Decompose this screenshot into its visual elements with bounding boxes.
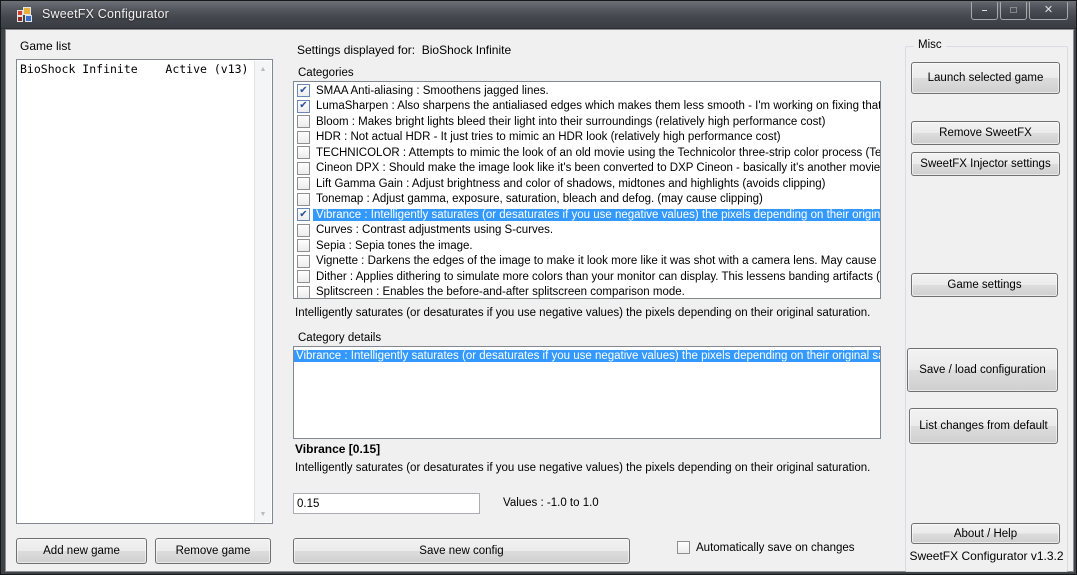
game-list-label: Game list (20, 39, 71, 53)
game-listbox[interactable]: BioShock Infinite Active (v13) ▲ ▼ (16, 59, 273, 524)
settings-displayed-for: Settings displayed for: BioShock Infinit… (297, 43, 511, 57)
checkbox-unchecked-icon[interactable] (297, 162, 310, 175)
app-icon (17, 7, 33, 22)
category-label: Bloom : Makes bright lights bleed their … (313, 116, 880, 128)
category-row[interactable]: Tonemap : Adjust gamma, exposure, satura… (294, 192, 880, 208)
checkbox-unchecked-icon[interactable] (297, 224, 310, 237)
checkbox-unchecked-icon[interactable] (297, 255, 310, 268)
checkbox-unchecked-icon[interactable] (297, 193, 310, 206)
add-new-game-button[interactable]: Add new game (16, 538, 147, 564)
close-icon: ✕ (1044, 5, 1053, 16)
settings-displayed-for-value: BioShock Infinite (422, 43, 511, 57)
game-settings-button[interactable]: Game settings (911, 273, 1058, 297)
category-label: Lift Gamma Gain : Adjust brightness and … (313, 178, 880, 190)
category-label: Tonemap : Adjust gamma, exposure, satura… (313, 193, 880, 205)
app-window: SweetFX Configurator – □ ✕ Game list Bio… (0, 0, 1077, 575)
category-row[interactable]: Dither : Applies dithering to simulate m… (294, 269, 880, 285)
category-row[interactable]: Lift Gamma Gain : Adjust brightness and … (294, 176, 880, 192)
category-row[interactable]: Curves : Contrast adjustments using S-cu… (294, 223, 880, 239)
checkbox-unchecked-icon[interactable] (297, 177, 310, 190)
category-label: LumaSharpen : Also sharpens the antialia… (313, 100, 880, 112)
category-row[interactable]: Bloom : Makes bright lights bleed their … (294, 114, 880, 130)
checkbox-unchecked-icon[interactable] (297, 286, 310, 299)
category-details-listbox[interactable]: Vibrance : Intelligently saturates (or d… (293, 346, 881, 439)
category-label: Dither : Applies dithering to simulate m… (313, 271, 880, 283)
checkbox-unchecked-icon[interactable] (297, 239, 310, 252)
setting-value-input[interactable] (293, 493, 480, 514)
game-list-item[interactable]: BioShock Infinite Active (v13) (17, 60, 272, 76)
checkbox-checked-icon[interactable]: ✔ (297, 100, 310, 113)
category-label: TECHNICOLOR : Attempts to mimic the look… (313, 147, 880, 159)
app-icon-yellow-square (23, 7, 31, 15)
checkbox-unchecked-icon[interactable] (297, 146, 310, 159)
category-label: Sepia : Sepia tones the image. (313, 240, 880, 252)
checkbox-unchecked-icon[interactable] (297, 115, 310, 128)
category-row[interactable]: ✔SMAA Anti-aliasing : Smoothens jagged l… (294, 83, 880, 99)
launch-selected-game-button[interactable]: Launch selected game (911, 62, 1060, 94)
category-detail-row[interactable]: Vibrance : Intelligently saturates (or d… (294, 348, 880, 364)
categories-label: Categories (298, 67, 354, 79)
minimize-button[interactable]: – (971, 2, 998, 20)
scroll-up-icon[interactable]: ▲ (255, 61, 271, 77)
game-list-scrollbar[interactable]: ▲ ▼ (254, 61, 271, 522)
category-details-label: Category details (298, 332, 381, 344)
sweetfx-injector-settings-button[interactable]: SweetFX Injector settings (911, 152, 1060, 176)
minimize-icon: – (982, 6, 988, 16)
list-changes-from-default-button[interactable]: List changes from default (909, 408, 1058, 444)
category-label: Vignette : Darkens the edges of the imag… (313, 255, 880, 267)
selected-category-description: Intelligently saturates (or desaturates … (295, 307, 880, 319)
category-label: Curves : Contrast adjustments using S-cu… (313, 224, 880, 236)
autosave-label: Automatically save on changes (696, 542, 855, 554)
title-bar[interactable]: SweetFX Configurator – □ ✕ (1, 1, 1076, 29)
category-row[interactable]: Sepia : Sepia tones the image. (294, 238, 880, 254)
client-area: Game list BioShock Infinite Active (v13)… (5, 29, 1074, 572)
categories-checked-listbox[interactable]: ✔SMAA Anti-aliasing : Smoothens jagged l… (293, 81, 881, 299)
window-controls: – □ ✕ (971, 2, 1068, 20)
category-row[interactable]: HDR : Not actual HDR - It just tries to … (294, 130, 880, 146)
category-label: Cineon DPX : Should make the image look … (313, 162, 880, 174)
category-label: HDR : Not actual HDR - It just tries to … (313, 131, 880, 143)
category-row[interactable]: Splitscreen : Enables the before-and-aft… (294, 285, 880, 300)
setting-title: Vibrance [0.15] (295, 442, 380, 456)
checkbox-unchecked-icon[interactable] (297, 270, 310, 283)
save-new-config-button[interactable]: Save new config (293, 538, 630, 564)
checkbox-checked-icon[interactable]: ✔ (297, 84, 310, 97)
about-help-button[interactable]: About / Help (911, 523, 1060, 544)
settings-displayed-for-label: Settings displayed for: (297, 43, 415, 57)
category-label: Splitscreen : Enables the before-and-aft… (313, 286, 880, 298)
checkbox-unchecked-icon[interactable] (297, 131, 310, 144)
close-button[interactable]: ✕ (1029, 2, 1068, 20)
autosave-checkbox-icon[interactable] (677, 541, 690, 554)
app-icon-blue-square (25, 15, 32, 22)
app-version-label: SweetFX Configurator v1.3.2 (905, 549, 1068, 563)
scroll-down-icon[interactable]: ▼ (255, 506, 271, 522)
category-row[interactable]: ✔LumaSharpen : Also sharpens the antiali… (294, 99, 880, 115)
category-label: Vibrance : Intelligently saturates (or d… (313, 209, 880, 221)
category-row[interactable]: ✔Vibrance : Intelligently saturates (or … (294, 207, 880, 223)
category-label: SMAA Anti-aliasing : Smoothens jagged li… (313, 85, 880, 97)
setting-description: Intelligently saturates (or desaturates … (295, 462, 880, 474)
value-range-label: Values : -1.0 to 1.0 (503, 497, 599, 509)
maximize-button[interactable]: □ (1000, 2, 1027, 20)
category-detail-label: Vibrance : Intelligently saturates (or d… (294, 350, 880, 362)
save-load-configuration-button[interactable]: Save / load configuration (907, 348, 1058, 392)
app-icon-maroon-square (17, 16, 23, 22)
autosave-checkbox-group[interactable]: Automatically save on changes (677, 541, 855, 554)
misc-groupbox-label: Misc (914, 39, 946, 51)
checkbox-checked-icon[interactable]: ✔ (297, 208, 310, 221)
remove-game-button[interactable]: Remove game (155, 538, 271, 564)
remove-sweetfx-button[interactable]: Remove SweetFX (911, 121, 1060, 145)
category-row[interactable]: TECHNICOLOR : Attempts to mimic the look… (294, 145, 880, 161)
window-title: SweetFX Configurator (42, 7, 169, 21)
category-row[interactable]: Cineon DPX : Should make the image look … (294, 161, 880, 177)
maximize-icon: □ (1010, 6, 1016, 16)
category-row[interactable]: Vignette : Darkens the edges of the imag… (294, 254, 880, 270)
